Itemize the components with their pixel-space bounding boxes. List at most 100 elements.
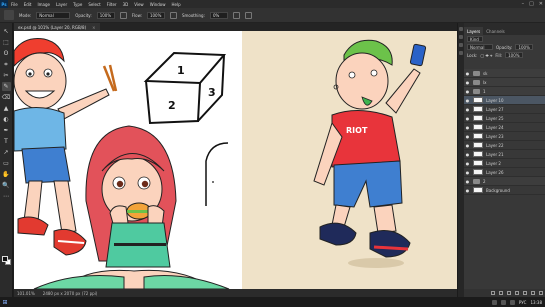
properties-panel-icon[interactable] — [459, 35, 463, 39]
visibility-eye-icon[interactable]: ● — [464, 107, 471, 112]
zoom-level[interactable]: 101.01% — [17, 291, 35, 296]
mode-select[interactable]: Normal — [36, 11, 71, 19]
eraser-tool-icon[interactable]: ⌫ — [2, 93, 11, 102]
layer-row[interactable]: ● Layer 26 — [464, 168, 545, 177]
mask-icon[interactable] — [507, 291, 511, 295]
visibility-eye-icon[interactable]: ● — [464, 116, 471, 121]
layer-row[interactable]: ● Layer 2 — [464, 159, 545, 168]
visibility-eye-icon[interactable]: ● — [464, 71, 471, 76]
lasso-tool-icon[interactable]: ʘ — [2, 49, 11, 58]
trash-icon[interactable] — [539, 291, 543, 295]
windows-start-icon[interactable]: ⊞ — [0, 297, 10, 307]
menu-layer[interactable]: Layer — [53, 2, 70, 7]
blend-mode-select[interactable]: Normal — [467, 44, 493, 50]
foreground-color-swatch[interactable] — [2, 256, 8, 262]
layer-row[interactable]: ● Layer 24 — [464, 123, 545, 132]
layer-fill-field[interactable]: 100% — [505, 52, 523, 58]
document-tab[interactable]: ex.psd @ 101% (Layer 20, RGB/8) × — [14, 23, 100, 31]
layer-kind-filter[interactable]: Kind — [467, 36, 483, 42]
flow-field[interactable]: 100% — [146, 11, 165, 19]
canvas-area[interactable]: 1 2 3 RIOT — [14, 31, 457, 289]
angle-icon[interactable] — [244, 11, 252, 19]
menu-help[interactable]: Help — [168, 2, 183, 7]
network-icon[interactable] — [500, 299, 506, 305]
hand-tool-icon[interactable]: ✋ — [2, 170, 11, 179]
maximize-button[interactable]: □ — [529, 1, 534, 7]
pressure-opacity-icon[interactable] — [119, 11, 127, 19]
layer-row[interactable]: ● 1 — [464, 87, 545, 96]
layer-opacity-field[interactable]: 100% — [515, 44, 533, 50]
visibility-eye-icon[interactable]: ● — [464, 188, 471, 193]
layer-row[interactable]: ● Layer 25 — [464, 114, 545, 123]
pen-tool-icon[interactable]: ✒ — [2, 126, 11, 135]
layer-row[interactable]: ● sk — [464, 69, 545, 78]
visibility-eye-icon[interactable]: ● — [464, 98, 471, 103]
menu-view[interactable]: View — [131, 2, 147, 7]
close-button[interactable]: ✕ — [539, 1, 543, 7]
minimize-button[interactable]: – — [522, 1, 525, 7]
menu-filter[interactable]: Filter — [104, 2, 120, 7]
menu-edit[interactable]: Edit — [21, 2, 35, 7]
artwork-canvas[interactable]: 1 2 3 RIOT — [14, 31, 457, 289]
layer-row[interactable]: ● Layer 23 — [464, 132, 545, 141]
rectangle-tool-icon[interactable]: ▭ — [2, 159, 11, 168]
clock[interactable]: 13:38 — [530, 300, 542, 305]
visibility-eye-icon[interactable]: ● — [464, 170, 471, 175]
link-layers-icon[interactable] — [491, 291, 495, 295]
visibility-eye-icon[interactable]: ● — [464, 143, 471, 148]
visibility-eye-icon[interactable]: ● — [464, 161, 471, 166]
menu-3d[interactable]: 3D — [120, 2, 132, 7]
marquee-tool-icon[interactable]: ⬚ — [2, 38, 11, 47]
visibility-eye-icon[interactable]: ● — [464, 89, 471, 94]
lock-icon[interactable]: ▢ ✚ ⌖ — [480, 53, 492, 58]
layer-name: Layer 27 — [486, 106, 504, 112]
visibility-eye-icon[interactable]: ● — [464, 80, 471, 85]
quick-select-tool-icon[interactable]: ⌗ — [2, 60, 11, 69]
layer-row[interactable]: ● 2 — [464, 177, 545, 186]
gradient-tool-icon[interactable]: ▲ — [2, 104, 11, 113]
photoshop-taskbar-icon[interactable] — [491, 299, 497, 305]
visibility-eye-icon[interactable]: ● — [464, 134, 471, 139]
airbrush-icon[interactable] — [169, 11, 177, 19]
adjustment-icon[interactable] — [515, 291, 519, 295]
visibility-eye-icon[interactable]: ● — [464, 179, 471, 184]
layer-row[interactable]: ● Background — [464, 186, 545, 195]
fx-icon[interactable] — [499, 291, 503, 295]
tab-channels[interactable]: Channels — [483, 27, 508, 35]
layer-row[interactable]: ● lx — [464, 78, 545, 87]
swatches-panel-icon[interactable] — [459, 43, 463, 47]
layer-row[interactable]: ● Layer 27 — [464, 105, 545, 114]
menu-image[interactable]: Image — [34, 2, 53, 7]
type-tool-icon[interactable]: T — [2, 137, 11, 146]
volume-icon[interactable] — [509, 299, 515, 305]
new-layer-icon[interactable] — [531, 291, 535, 295]
close-tab-icon[interactable]: × — [92, 25, 95, 30]
zoom-tool-icon[interactable]: 🔍 — [2, 181, 11, 190]
status-bar: 101.01% 2480 px x 2070 px (72 ppi) — [14, 289, 457, 297]
brushes-panel-icon[interactable] — [459, 51, 463, 55]
more-tools-icon[interactable]: ⋯ — [2, 192, 11, 201]
history-panel-icon[interactable] — [459, 27, 463, 31]
layer-row[interactable]: ● Layer 22 — [464, 141, 545, 150]
language-indicator[interactable]: РУС — [519, 300, 527, 305]
opacity-field[interactable]: 100% — [96, 11, 115, 19]
gear-icon[interactable] — [232, 11, 240, 19]
smoothing-field[interactable]: 0% — [209, 11, 228, 19]
brush-tool-icon[interactable]: ✎ — [1, 82, 11, 91]
visibility-eye-icon[interactable]: ● — [464, 125, 471, 130]
layer-row[interactable]: ● Layer 10 — [464, 96, 545, 105]
layer-actions-bar — [464, 289, 545, 297]
menu-file[interactable]: File — [8, 2, 21, 7]
layer-row[interactable]: ● Layer 21 — [464, 150, 545, 159]
menu-window[interactable]: Window — [147, 2, 169, 7]
new-group-icon[interactable] — [523, 291, 527, 295]
crop-tool-icon[interactable]: ✂ — [2, 71, 11, 80]
dodge-tool-icon[interactable]: ◐ — [2, 115, 11, 124]
move-tool-icon[interactable]: ↖ — [2, 27, 11, 36]
path-select-tool-icon[interactable]: ↗ — [2, 148, 11, 157]
menu-select[interactable]: Select — [85, 2, 103, 7]
tool-preset-picker[interactable] — [4, 10, 14, 20]
menu-type[interactable]: Type — [70, 2, 85, 7]
tab-layers[interactable]: Layers — [464, 27, 484, 35]
visibility-eye-icon[interactable]: ● — [464, 152, 471, 157]
